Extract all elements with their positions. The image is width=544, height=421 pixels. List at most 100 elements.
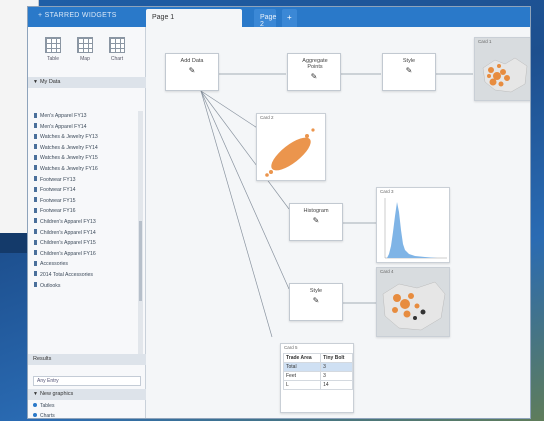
section-label: Results	[33, 356, 52, 362]
dataset-file-icon	[34, 229, 37, 235]
dataset-file-icon	[34, 176, 37, 182]
viz-header[interactable]: ▼ New graphics	[28, 389, 146, 400]
grid-icon	[45, 37, 61, 53]
card-title: Card 4	[380, 269, 394, 274]
dataset-label: Watches & Jewelry FY16	[40, 165, 98, 172]
pencil-icon[interactable]: ✎	[290, 216, 342, 225]
dataset-item[interactable]: Watches & Jewelry FY13	[28, 132, 138, 143]
tab-page-1[interactable]: Page 1	[146, 9, 242, 27]
card-scatter-plot[interactable]: Card 2	[256, 113, 326, 181]
column-header[interactable]: Trade Area	[282, 353, 322, 363]
dataset-label: Children's Apparel FY16	[40, 250, 96, 257]
dataset-label: Footwear FY13	[40, 176, 76, 183]
dataset-label: Children's Apparel FY14	[40, 229, 96, 236]
dataset-label: Footwear FY16	[40, 208, 76, 215]
card-map-2[interactable]: Card 4	[376, 267, 450, 337]
dataset-label: Watches & Jewelry FY13	[40, 134, 98, 141]
dataset-item[interactable]: Accessories	[28, 259, 138, 270]
dataset-item[interactable]: Children's Apparel FY15	[28, 238, 138, 249]
scatter-chart	[265, 128, 315, 177]
add-tab-button[interactable]: +	[282, 9, 297, 27]
dataset-file-icon	[34, 154, 37, 160]
tool-label: Table	[47, 56, 59, 62]
scrollbar-thumb[interactable]	[139, 221, 142, 301]
chart-tool-button[interactable]: Chart	[106, 37, 128, 62]
dataset-item[interactable]: Children's Apparel FY13	[28, 217, 138, 228]
dataset-file-icon	[34, 197, 37, 203]
node-label: Aggregate Points	[302, 58, 328, 70]
card-table[interactable]: Card 5 Trade Area Tiny Bolt Total 3 Feet	[280, 343, 354, 413]
map-thumbnail	[382, 281, 446, 331]
dataset-item[interactable]: Watches & Jewelry FY16	[28, 164, 138, 175]
map-tool-button[interactable]: Map	[74, 37, 96, 62]
dataset-item[interactable]: Watches & Jewelry FY15	[28, 153, 138, 164]
dataset-file-icon	[34, 282, 37, 287]
dataset-file-icon	[34, 250, 37, 256]
dataset-item[interactable]: Footwear FY15	[28, 196, 138, 207]
table-tool-button[interactable]: Table	[42, 37, 64, 62]
dataset-label: Footwear FY14	[40, 187, 76, 194]
results-header[interactable]: Results	[28, 354, 146, 365]
node-add-data[interactable]: Add Data ✎	[165, 53, 219, 91]
dataset-label: Watches & Jewelry FY14	[40, 144, 98, 151]
my-data-header[interactable]: ▼ My Data	[28, 77, 146, 88]
table-cell: 3	[320, 371, 353, 381]
pencil-icon[interactable]: ✎	[166, 66, 218, 75]
app-window: + STARRED WIDGETS Page 1 Page 2 + Table …	[27, 6, 531, 419]
dataset-file-icon	[34, 218, 37, 224]
data-table: Trade Area Tiny Bolt Total 3 Feet 3 L 14	[282, 353, 353, 390]
map-thumbnail	[482, 57, 528, 93]
dataset-item[interactable]: Men's Apparel FY14	[28, 122, 138, 133]
dataset-label: Children's Apparel FY15	[40, 240, 96, 247]
card-map-1[interactable]: Card 1	[474, 37, 530, 101]
card-title: Card 2	[260, 115, 274, 120]
node-label: Style	[309, 288, 323, 294]
dataset-item[interactable]: Outlooks	[28, 281, 138, 292]
dataset-file-icon	[34, 112, 37, 118]
table-header-row: Trade Area Tiny Bolt	[282, 353, 353, 363]
tab-page-2[interactable]: Page 2	[254, 9, 276, 28]
node-label: Histogram	[303, 208, 329, 214]
dataset-item[interactable]: Children's Apparel FY14	[28, 228, 138, 239]
results-filter-input[interactable]: Any Entry	[33, 376, 141, 386]
node-style-2[interactable]: Style ✎	[289, 283, 343, 321]
table-row[interactable]: L 14	[282, 380, 353, 390]
section-label: New graphics	[39, 391, 74, 397]
viz-item-charts[interactable]: Charts	[28, 413, 151, 418]
node-aggregate-points[interactable]: Aggregate Points ✎	[287, 53, 341, 91]
workflow-canvas[interactable]: Add Data ✎ Aggregate Points ✎ Style ✎ Hi…	[146, 27, 530, 418]
dataset-item[interactable]: 2014 Total Accessories	[28, 270, 138, 281]
dataset-item[interactable]: Footwear FY13	[28, 175, 138, 186]
sidebar-scrollbar[interactable]	[138, 111, 143, 356]
node-histogram[interactable]: Histogram ✎	[289, 203, 343, 241]
dataset-item[interactable]: Footwear FY14	[28, 185, 138, 196]
dataset-item[interactable]: Footwear FY16	[28, 206, 138, 217]
app-title[interactable]: + STARRED WIDGETS	[38, 12, 117, 19]
dataset-label: Accessories	[40, 261, 68, 268]
dataset-item[interactable]: Children's Apparel FY16	[28, 249, 138, 260]
card-histogram[interactable]: Card 3	[376, 187, 450, 263]
chart-icon	[109, 37, 125, 53]
dataset-label: Men's Apparel FY14	[40, 123, 87, 130]
map-icon	[77, 37, 93, 53]
dataset-file-icon	[34, 165, 37, 171]
dataset-item[interactable]: Watches & Jewelry FY14	[28, 143, 138, 154]
column-header[interactable]: Tiny Bolt	[320, 353, 353, 363]
viz-item-tables[interactable]: Tables	[28, 403, 151, 409]
node-label: Add Data	[180, 58, 204, 64]
table-row[interactable]: Total 3	[282, 362, 353, 372]
pencil-icon[interactable]: ✎	[383, 66, 435, 75]
table-cell: Total	[282, 362, 322, 372]
dataset-label: Outlooks	[40, 282, 61, 289]
dataset-label: Watches & Jewelry FY15	[40, 155, 98, 162]
pencil-icon[interactable]: ✎	[288, 72, 340, 81]
viz-label: Tables	[40, 403, 55, 409]
table-row[interactable]: Feet 3	[282, 371, 353, 381]
caret-down-icon: ▼	[33, 79, 38, 85]
node-style-1[interactable]: Style ✎	[382, 53, 436, 91]
pencil-icon[interactable]: ✎	[290, 296, 342, 305]
dataset-file-icon	[34, 133, 37, 139]
dataset-item[interactable]: Men's Apparel FY13	[28, 111, 138, 122]
dataset-file-icon	[34, 186, 37, 192]
dot-icon	[33, 413, 37, 417]
